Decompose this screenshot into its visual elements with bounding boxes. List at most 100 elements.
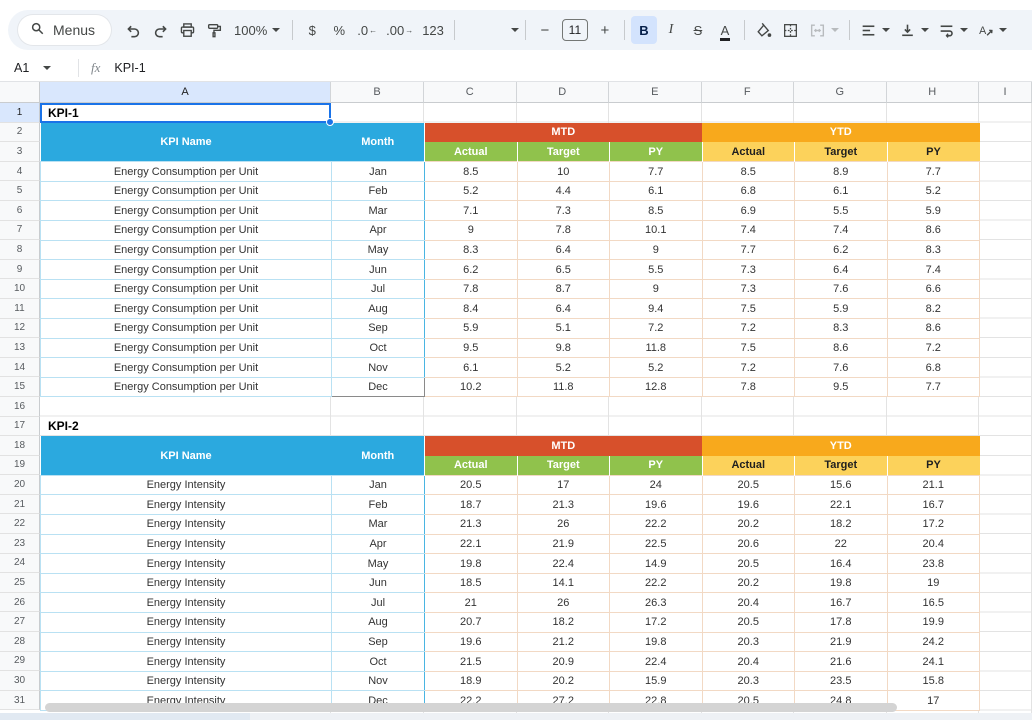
cell-ytd-value[interactable]: 6.2 (795, 240, 888, 260)
cell-month[interactable]: Jul (332, 279, 425, 299)
cell-ytd-value[interactable]: 17.8 (795, 613, 888, 633)
header-ytd[interactable]: YTD (702, 123, 980, 143)
cell-mtd-value[interactable]: 20.7 (425, 613, 518, 633)
cell-mtd-value[interactable]: 9 (425, 221, 518, 241)
cell-ytd-value[interactable]: 5.9 (887, 201, 980, 221)
cell-ytd-value[interactable]: 8.6 (887, 319, 980, 339)
cell-mtd-value[interactable]: 4.4 (517, 181, 610, 201)
cell-ytd-value[interactable]: 24.2 (887, 632, 980, 652)
row-header-2[interactable]: 2 (0, 123, 40, 143)
cell-kpi-name[interactable]: Energy Intensity (41, 652, 332, 672)
cell-mtd-value[interactable]: 21.3 (517, 495, 610, 515)
text-rotation-button[interactable]: A (973, 16, 1011, 44)
cell-mtd-value[interactable]: 17 (517, 475, 610, 495)
cell-ytd-value[interactable]: 8.5 (702, 162, 795, 182)
cell-ytd-value[interactable]: 23.5 (795, 671, 888, 691)
undo-button[interactable] (120, 16, 146, 44)
cell-mtd-value[interactable]: 6.1 (425, 358, 518, 378)
cell-ytd-value[interactable]: 7.4 (887, 260, 980, 280)
cell-mtd-value[interactable]: 6.4 (517, 299, 610, 319)
cell-mtd-value[interactable]: 5.2 (517, 358, 610, 378)
cell-ytd-value[interactable]: 6.9 (702, 201, 795, 221)
row-header-1[interactable]: 1 (0, 103, 40, 123)
cell-mtd-value[interactable]: 18.5 (425, 573, 518, 593)
cell-mtd-value[interactable]: 7.7 (610, 162, 703, 182)
select-all-corner[interactable] (0, 82, 40, 103)
cell-mtd-value[interactable]: 5.1 (517, 319, 610, 339)
row-header-12[interactable]: 12 (0, 319, 40, 339)
cell-kpi-name[interactable]: Energy Intensity (41, 593, 332, 613)
strikethrough-button[interactable]: S (685, 16, 711, 44)
cell-mtd-value[interactable]: 21.2 (517, 632, 610, 652)
cell-ytd-value[interactable]: 19.9 (887, 613, 980, 633)
cell-mtd-value[interactable]: 6.1 (610, 181, 703, 201)
cell-month[interactable]: Oct (332, 338, 425, 358)
cell-ytd-value[interactable]: 18.2 (795, 515, 888, 535)
cell-mtd-value[interactable]: 7.3 (517, 201, 610, 221)
cell-ytd-value[interactable]: 19.6 (702, 495, 795, 515)
cell-mtd-value[interactable]: 26 (517, 593, 610, 613)
subheader-mtd-actual[interactable]: Actual (425, 456, 518, 476)
column-header-H[interactable]: H (887, 82, 980, 103)
row-header-11[interactable]: 11 (0, 299, 40, 319)
fill-color-button[interactable] (751, 16, 777, 44)
cell-ytd-value[interactable]: 20.6 (702, 534, 795, 554)
cell-ytd-value[interactable]: 20.5 (702, 613, 795, 633)
increase-decimal-button[interactable]: .00→ (382, 16, 417, 44)
column-header-G[interactable]: G (794, 82, 887, 103)
cell-ytd-value[interactable]: 5.9 (795, 299, 888, 319)
header-month[interactable]: Month (332, 123, 425, 162)
column-header-F[interactable]: F (702, 82, 795, 103)
cell-kpi-name[interactable]: Energy Consumption per Unit (41, 299, 332, 319)
cell-ytd-value[interactable]: 8.3 (887, 240, 980, 260)
cell-mtd-value[interactable]: 8.5 (610, 201, 703, 221)
cell-ytd-value[interactable]: 20.4 (887, 534, 980, 554)
fill-handle[interactable] (326, 118, 334, 126)
cell-month[interactable]: May (332, 240, 425, 260)
row-header-14[interactable]: 14 (0, 358, 40, 378)
cell-mtd-value[interactable]: 15.9 (610, 671, 703, 691)
cell-mtd-value[interactable]: 9.5 (425, 338, 518, 358)
cell-mtd-value[interactable]: 6.4 (517, 240, 610, 260)
cell-kpi-name[interactable]: Energy Intensity (41, 475, 332, 495)
cell-mtd-value[interactable]: 8.4 (425, 299, 518, 319)
cell-mtd-value[interactable]: 22.1 (425, 534, 518, 554)
row-header-21[interactable]: 21 (0, 495, 40, 515)
header-ytd[interactable]: YTD (702, 436, 980, 456)
column-header-C[interactable]: C (424, 82, 517, 103)
decrease-decimal-button[interactable]: .0← (353, 16, 381, 44)
paint-format-button[interactable] (201, 16, 227, 44)
cell-month[interactable]: Jan (332, 475, 425, 495)
subheader-mtd-py[interactable]: PY (610, 456, 703, 476)
cell-ytd-value[interactable]: 8.2 (887, 299, 980, 319)
cell-mtd-value[interactable]: 21.3 (425, 515, 518, 535)
row-header-30[interactable]: 30 (0, 671, 40, 691)
row-header-17[interactable]: 17 (0, 417, 40, 437)
cell-mtd-value[interactable]: 9 (610, 240, 703, 260)
cell-kpi-name[interactable]: Energy Consumption per Unit (41, 319, 332, 339)
horizontal-scrollbar[interactable] (45, 703, 897, 712)
cell-ytd-value[interactable]: 7.7 (702, 240, 795, 260)
cell-ytd-value[interactable]: 15.8 (887, 671, 980, 691)
cell-ytd-value[interactable]: 7.7 (887, 162, 980, 182)
cell-mtd-value[interactable]: 20.2 (517, 671, 610, 691)
zoom-select[interactable]: 100% (228, 23, 286, 38)
cell-ytd-value[interactable]: 6.6 (887, 279, 980, 299)
cell-ytd-value[interactable]: 16.7 (795, 593, 888, 613)
subheader-mtd-target[interactable]: Target (517, 456, 610, 476)
cell-ytd-value[interactable]: 8.9 (795, 162, 888, 182)
cell-kpi-name[interactable]: Energy Consumption per Unit (41, 162, 332, 182)
cell-ytd-value[interactable]: 7.7 (887, 377, 980, 397)
cell-ytd-value[interactable]: 8.3 (795, 319, 888, 339)
cell-mtd-value[interactable]: 20.9 (517, 652, 610, 672)
row-header-29[interactable]: 29 (0, 652, 40, 672)
cell-month[interactable]: May (332, 554, 425, 574)
cell-ytd-value[interactable]: 6.8 (702, 181, 795, 201)
subheader-mtd-target[interactable]: Target (517, 142, 610, 162)
cell-mtd-value[interactable]: 21.5 (425, 652, 518, 672)
merge-cells-button[interactable] (805, 16, 843, 44)
cell-ytd-value[interactable]: 17.2 (887, 515, 980, 535)
cell-ytd-value[interactable]: 7.3 (702, 260, 795, 280)
cell-kpi-name[interactable]: Energy Intensity (41, 495, 332, 515)
cell-mtd-value[interactable]: 19.8 (425, 554, 518, 574)
